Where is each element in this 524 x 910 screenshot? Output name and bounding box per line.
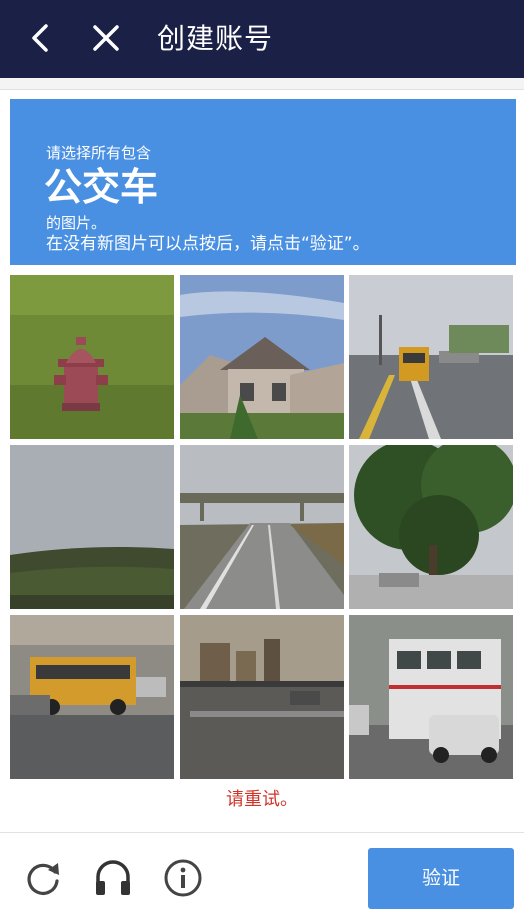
headphones-icon[interactable] [92,857,134,899]
target-object: 公交车 [44,165,159,209]
captcha-tile-highway[interactable] [180,445,344,609]
close-icon[interactable] [88,20,124,56]
captcha-tile-fire-hydrant[interactable] [10,275,174,439]
captcha-tile-house[interactable] [180,275,344,439]
instruction-post: 的图片。 [46,214,107,232]
captcha-tile-white-bus[interactable] [349,615,513,779]
captcha-instructions: 请选择所有包含 公交车 的图片。 在没有新图片可以点按后，请点击“验证”。 [10,99,516,265]
page-title: 创建账号 [157,22,274,55]
captcha-tile-field-and-sky[interactable] [10,445,174,609]
captcha-tile-school-bus[interactable] [10,615,174,779]
instruction-pre: 请选择所有包含 [46,144,152,162]
captcha-tile-school-bus-on-road[interactable] [349,275,513,439]
top-bar: 创建账号 [0,0,524,78]
error-message: 请重试。 [226,789,298,810]
separator [0,78,524,90]
captcha-tile-street-traffic[interactable] [180,615,344,779]
info-icon[interactable] [162,857,204,899]
chevron-left-icon[interactable] [22,20,58,56]
verify-button[interactable]: 验证 [368,848,514,909]
captcha-card: 请选择所有包含 公交车 的图片。 在没有新图片可以点按后，请点击“验证”。 请重… [0,90,524,910]
captcha-tile-tree[interactable] [349,445,513,609]
instruction-note: 在没有新图片可以点按后，请点击“验证”。 [46,234,370,254]
reload-icon[interactable] [22,857,64,899]
captcha-footer: 验证 [0,832,524,910]
